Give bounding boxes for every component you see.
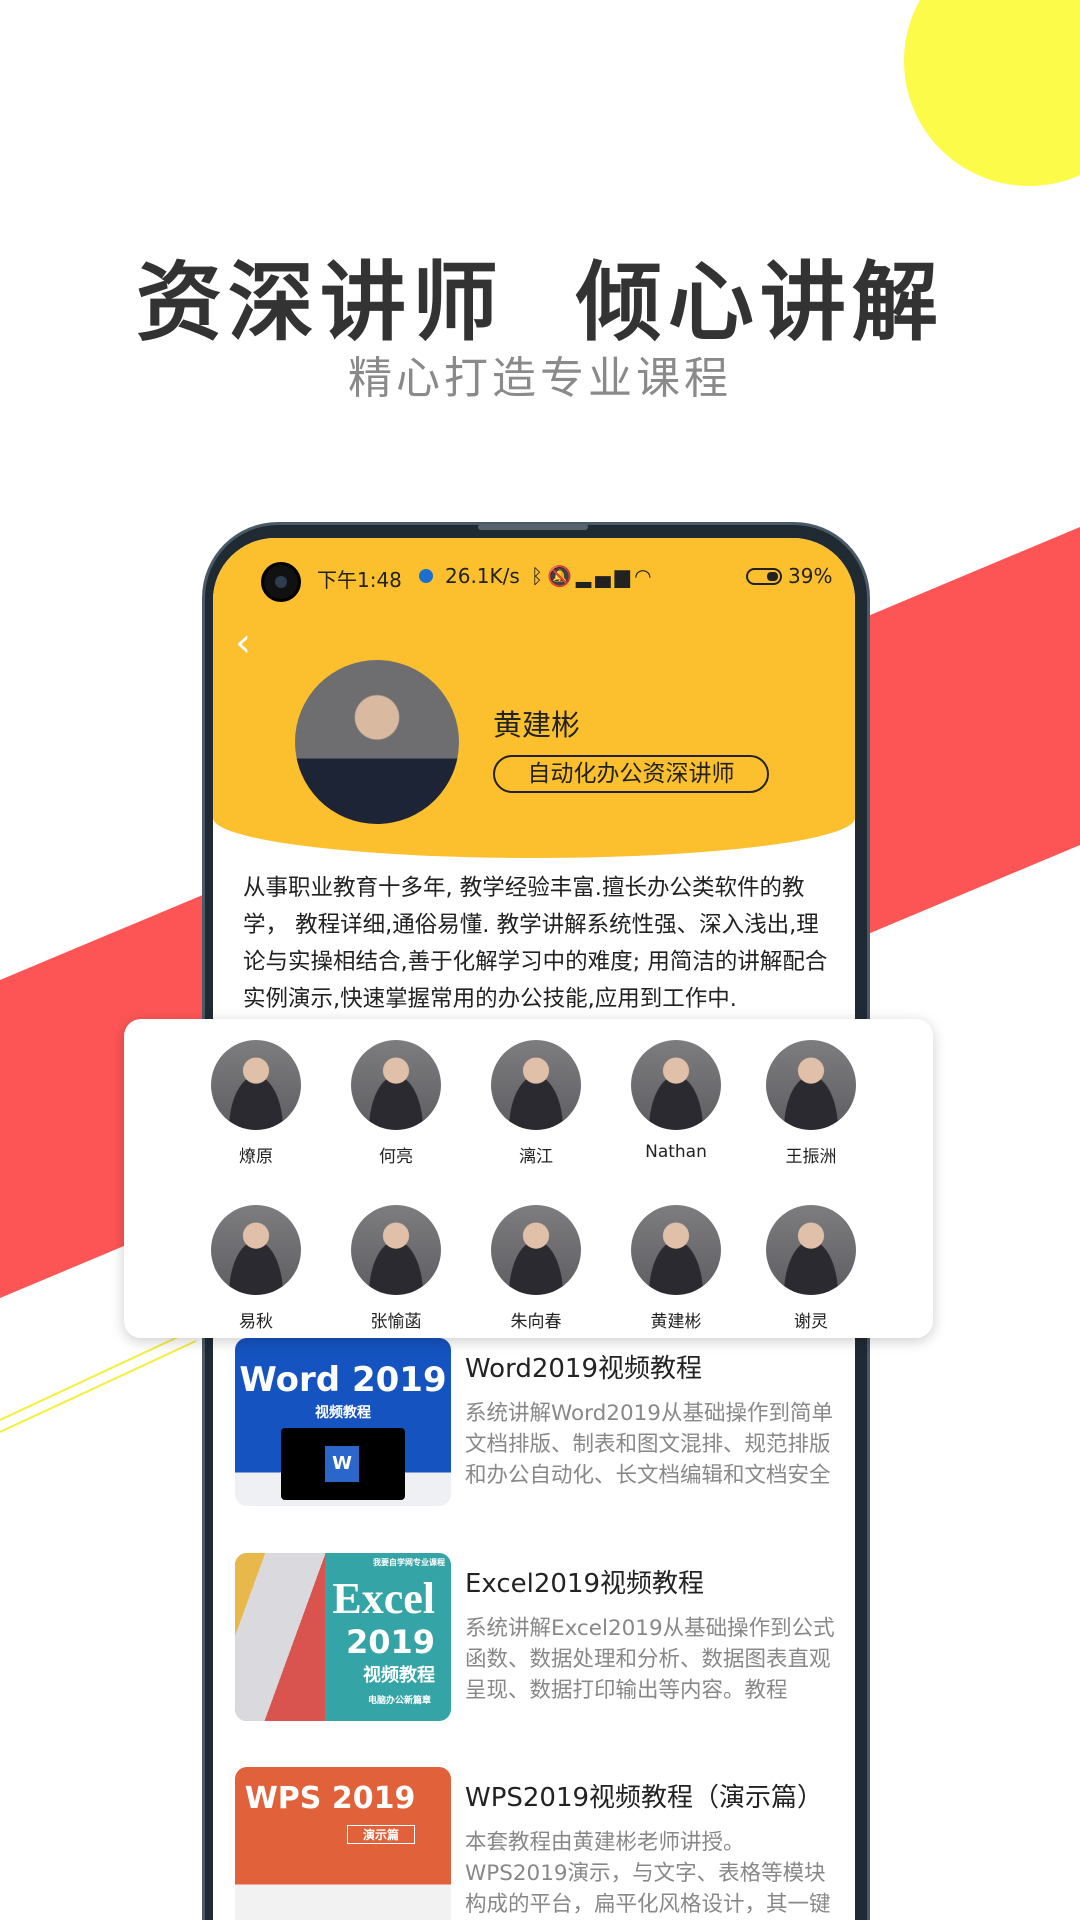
battery-icon — [746, 568, 782, 585]
teacher-item[interactable]: 黄建彬 — [616, 1205, 736, 1332]
teacher-item[interactable]: 张愉菡 — [336, 1205, 456, 1332]
thumb-year: 2019 — [345, 1623, 435, 1661]
course-item[interactable]: 我要自学网专业课程 Excel 2019 视频教程 电脑办公新篇章 Excel2… — [235, 1553, 845, 1723]
course-thumbnail: 我要自学网专业课程 Excel 2019 视频教程 电脑办公新篇章 — [235, 1553, 451, 1721]
thumb-subtitle: 视频教程 — [315, 1405, 371, 1421]
teacher-item-name: 谢灵 — [794, 1312, 828, 1332]
teacher-avatar — [491, 1205, 581, 1295]
course-item[interactable]: Word 2019 视频教程 W Word2019视频教程 系统讲解Word20… — [235, 1338, 845, 1508]
teacher-avatar — [211, 1040, 301, 1130]
teacher-item[interactable]: 何亮 — [336, 1040, 456, 1167]
teacher-item-name: 王振洲 — [785, 1147, 837, 1167]
status-time: 下午1:48 — [317, 568, 402, 592]
course-title: Excel2019视频教程 — [465, 1569, 705, 1599]
camera-icon — [261, 562, 301, 602]
course-description: 系统讲解Excel2019从基础操作到公式函数、数据处理和分析、数据图表直观呈现… — [465, 1616, 835, 1703]
signal-icon: ▂▄▆ — [575, 564, 635, 588]
teacher-item-name: 张愉菡 — [370, 1312, 422, 1332]
thumb-title: WPS 2019 — [244, 1781, 416, 1816]
thumb-top: 我要自学网专业课程 — [373, 1558, 445, 1567]
teacher-name: 黄建彬 — [493, 708, 581, 742]
teacher-avatar — [491, 1040, 581, 1130]
decor-line — [0, 1340, 197, 1433]
back-button[interactable]: ‹ — [235, 620, 251, 666]
laptop-graphic: W — [281, 1428, 405, 1500]
teacher-item[interactable]: 燎原 — [196, 1040, 316, 1167]
teacher-item-name: Nathan — [645, 1142, 707, 1162]
course-description: 系统讲解Word2019从基础操作到简单文档排版、制表和图文混排、规范排版和办公… — [465, 1401, 833, 1488]
course-thumbnail: WPS 2019 演示篇 — [235, 1767, 451, 1920]
thumb-subtitle: 演示篇 — [347, 1825, 415, 1844]
teacher-item-name: 朱向春 — [510, 1312, 562, 1332]
course-item[interactable]: WPS 2019 演示篇 WPS2019视频教程（演示篇） 本套教程由黄建彬老师… — [235, 1767, 845, 1920]
course-title: WPS2019视频教程（演示篇） — [465, 1783, 824, 1813]
teacher-item-name: 易秋 — [239, 1312, 273, 1332]
decor-yellow-circle — [904, 0, 1080, 186]
teacher-item[interactable]: 漓江 — [476, 1040, 596, 1167]
course-thumbnail: Word 2019 视频教程 W — [235, 1338, 451, 1506]
hero-title: 资深讲师 倾心讲解 — [136, 253, 944, 353]
teacher-list-card: 燎原 何亮 漓江 Nathan 王振洲易秋 张愉菡 朱向春 黄建彬 谢灵 — [124, 1019, 933, 1338]
teacher-item[interactable]: 易秋 — [196, 1205, 316, 1332]
course-title: Word2019视频教程 — [465, 1354, 702, 1384]
decor-line — [0, 1335, 181, 1421]
teacher-avatar — [351, 1040, 441, 1130]
teacher-item-name: 漓江 — [519, 1147, 553, 1167]
course-description: 本套教程由黄建彬老师讲授。WPS2019演示，与文字、表格等模块构成的平台，扁平… — [465, 1830, 831, 1917]
teacher-item-name: 黄建彬 — [650, 1312, 702, 1332]
status-icons: ᛒ🔕▂▄▆◠ — [531, 564, 656, 588]
status-speed: 26.1K/s — [445, 564, 520, 588]
teacher-tag: 自动化办公资深讲师 — [493, 755, 769, 793]
mute-icon: 🔕 — [547, 564, 576, 588]
thumb-title: Excel — [332, 1574, 435, 1623]
status-battery: 39% — [788, 564, 833, 588]
thumb-subtitle: 视频教程 — [363, 1665, 435, 1686]
teacher-item[interactable]: Nathan — [616, 1040, 736, 1162]
hero-subtitle: 精心打造专业课程 — [348, 353, 732, 404]
phone-speaker — [478, 524, 588, 530]
teacher-avatar — [295, 660, 459, 824]
globe-icon — [419, 569, 433, 583]
word-icon: W — [325, 1446, 359, 1482]
teacher-avatar — [766, 1205, 856, 1295]
teacher-avatar — [211, 1205, 301, 1295]
teacher-item-name: 燎原 — [239, 1147, 273, 1167]
teacher-item[interactable]: 谢灵 — [751, 1205, 871, 1332]
wifi-icon: ◠ — [634, 564, 656, 588]
teacher-item[interactable]: 朱向春 — [476, 1205, 596, 1332]
teacher-item-name: 何亮 — [379, 1147, 413, 1167]
thumb-bottom: 电脑办公新篇章 — [367, 1696, 431, 1706]
teacher-avatar — [631, 1040, 721, 1130]
teacher-avatar — [351, 1205, 441, 1295]
teacher-avatar — [631, 1205, 721, 1295]
thumb-title: Word 2019 — [239, 1360, 447, 1400]
teacher-avatar — [766, 1040, 856, 1130]
bluetooth-icon: ᛒ — [531, 564, 547, 588]
teacher-description: 从事职业教育十多年, 教学经验丰富.擅长办公类软件的教学， 教程详细,通俗易懂.… — [243, 875, 828, 1012]
teacher-item[interactable]: 王振洲 — [751, 1040, 871, 1167]
